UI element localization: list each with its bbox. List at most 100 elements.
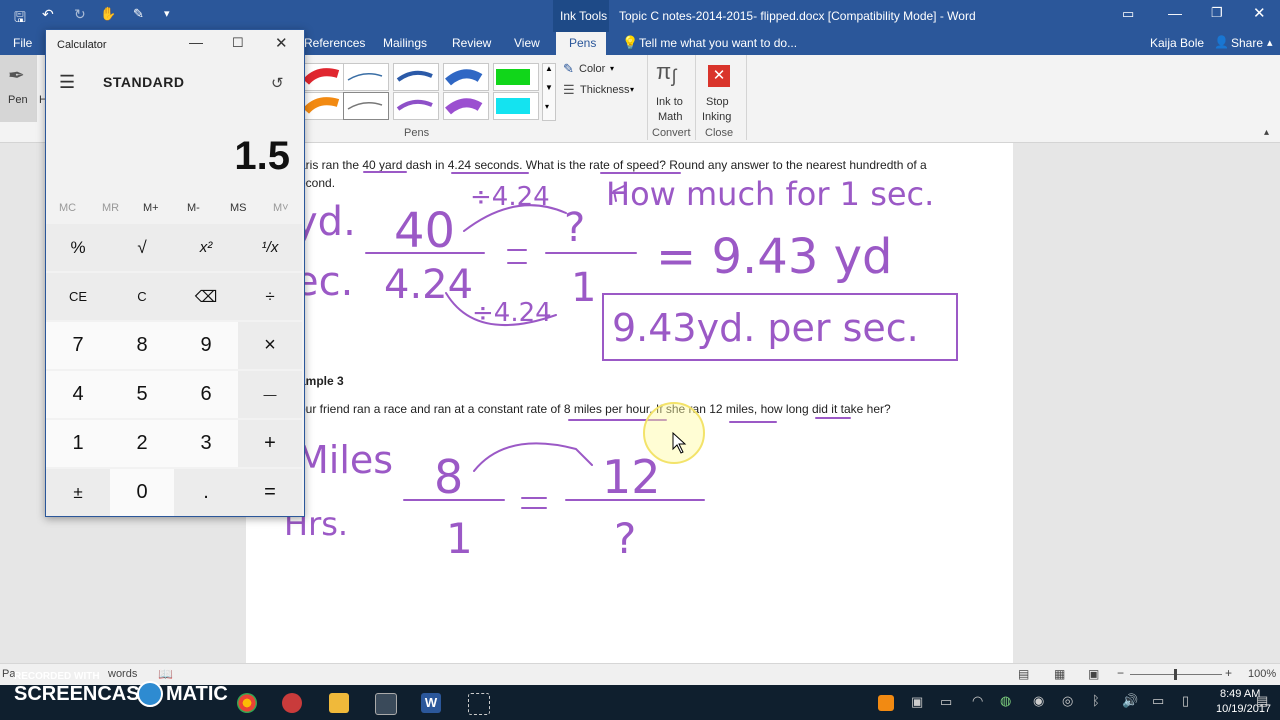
chrome-icon[interactable] [237, 693, 257, 713]
mem-store-button[interactable]: MS [230, 202, 247, 214]
calc-minimize-icon[interactable]: — [189, 34, 203, 50]
tray-app-icon[interactable] [878, 695, 894, 711]
sync-icon[interactable]: ◍ [1000, 693, 1011, 709]
key-4[interactable]: 4 [46, 371, 110, 418]
chevron-down-icon[interactable]: ▼ [545, 83, 553, 92]
pens-gallery-scroll[interactable]: ▲ ▼ ▾ [542, 63, 556, 121]
stop-inking-button[interactable]: ✕ Stop Inking [700, 57, 742, 123]
key-5[interactable]: 5 [110, 371, 174, 418]
file-explorer-icon[interactable] [329, 693, 349, 713]
mem-subtract-button[interactable]: M- [187, 202, 200, 214]
ink-to-math-button[interactable]: π ʃ Ink to Math [652, 57, 692, 123]
tab-view[interactable]: View [514, 36, 540, 50]
pen-tool-button[interactable]: ✒ Pen [0, 55, 37, 122]
ribbon-display-icon[interactable]: ▭ [1122, 6, 1134, 22]
reciprocal-button[interactable]: ¹/x [238, 224, 302, 271]
pen-purple[interactable] [393, 92, 439, 120]
tray-icon-2[interactable]: ◉ [1033, 693, 1044, 709]
backspace-button[interactable]: ⌫ [174, 273, 238, 320]
negate-button[interactable]: ± [46, 469, 110, 516]
share-icon[interactable]: 👤 [1214, 35, 1229, 49]
touch-mode-icon[interactable]: ✋ [100, 6, 116, 22]
customize-icon[interactable]: ▾ [164, 7, 170, 20]
tab-references[interactable]: References [304, 36, 365, 50]
minus-button[interactable]: — [238, 371, 302, 418]
square-button[interactable]: x² [174, 224, 238, 271]
equals-button[interactable]: = [238, 469, 302, 516]
calculator-taskbar-icon[interactable] [375, 693, 397, 715]
ribbon-collapse-icon[interactable]: ▴ [1267, 36, 1273, 49]
clear-entry-button[interactable]: CE [46, 273, 110, 320]
web-layout-icon[interactable]: ▣ [1088, 667, 1099, 681]
redo-icon[interactable]: ↻ [74, 6, 86, 23]
tab-file[interactable]: File [13, 36, 32, 50]
multiply-button[interactable]: × [238, 322, 302, 369]
maximize-icon[interactable]: ❐ [1211, 5, 1223, 21]
percent-button[interactable]: % [46, 224, 110, 271]
undo-icon[interactable]: ↶ [42, 6, 54, 23]
minimize-icon[interactable]: — [1168, 5, 1182, 21]
zoom-out-icon[interactable]: − [1117, 666, 1124, 680]
app-icon[interactable] [282, 693, 302, 713]
mem-clear-button[interactable]: MC [59, 202, 76, 214]
print-layout-icon[interactable]: ▦ [1054, 667, 1065, 681]
pen-thin-blue[interactable] [343, 63, 389, 91]
key-9[interactable]: 9 [174, 322, 238, 369]
bluetooth-icon[interactable]: ᛒ [1092, 693, 1100, 708]
zoom-slider-thumb[interactable] [1174, 669, 1177, 680]
sqrt-button[interactable]: √ [110, 224, 174, 271]
word-taskbar-icon[interactable]: W [421, 693, 441, 713]
divide-button[interactable]: ÷ [238, 273, 302, 320]
volume-icon[interactable]: 🔊 [1122, 693, 1138, 709]
calc-maximize-icon[interactable]: ☐ [232, 35, 244, 51]
share-button[interactable]: Share [1231, 36, 1263, 50]
close-icon[interactable]: ✕ [1253, 4, 1266, 22]
user-name[interactable]: Kaija Bole [1150, 36, 1204, 50]
hamburger-menu-icon[interactable]: ☰ [59, 72, 75, 93]
save-icon[interactable]: 🖫 [14, 7, 26, 31]
tab-pens[interactable]: Pens [556, 32, 606, 55]
mem-list-button[interactable]: M˅ [273, 202, 289, 214]
clock-time[interactable]: 8:49 AM [1220, 688, 1260, 700]
mem-add-button[interactable]: M+ [143, 202, 159, 214]
wifi-icon[interactable]: ◠ [972, 693, 983, 709]
tell-me-input[interactable]: Tell me what you want to do... [639, 36, 797, 50]
tray-icon-3[interactable]: ◎ [1062, 693, 1073, 709]
key-1[interactable]: 1 [46, 420, 110, 467]
color-dropdown[interactable]: Color [579, 63, 605, 75]
read-mode-icon[interactable]: ▤ [1018, 667, 1029, 681]
pen-thick-blue[interactable] [443, 63, 489, 91]
ink-icon[interactable]: ✎ [133, 6, 144, 22]
pen-cyan[interactable] [493, 92, 539, 120]
more-icon[interactable]: ▾ [545, 102, 549, 111]
pen-thin-gray-selected[interactable] [343, 92, 389, 120]
battery-icon[interactable]: ▭ [940, 694, 952, 710]
thickness-dropdown[interactable]: Thickness [580, 84, 630, 96]
snipping-tool-icon[interactable] [468, 693, 490, 715]
zoom-level[interactable]: 100% [1248, 668, 1276, 680]
key-7[interactable]: 7 [46, 322, 110, 369]
collapse-ribbon-icon[interactable]: ▴ [1264, 127, 1269, 138]
key-2[interactable]: 2 [110, 420, 174, 467]
calc-close-icon[interactable]: ✕ [275, 34, 288, 52]
key-8[interactable]: 8 [110, 322, 174, 369]
action-center-icon[interactable]: ▤ [1256, 693, 1268, 709]
language-icon[interactable]: ▯ [1182, 693, 1189, 709]
chevron-up-icon[interactable]: ▲ [545, 64, 553, 73]
key-0[interactable]: 0 [110, 469, 174, 516]
pen-blue[interactable] [393, 63, 439, 91]
key-3[interactable]: 3 [174, 420, 238, 467]
clear-button[interactable]: C [110, 273, 174, 320]
decimal-button[interactable]: . [174, 469, 238, 516]
keyboard-icon[interactable]: ▭ [1152, 693, 1164, 709]
tab-review[interactable]: Review [452, 36, 491, 50]
tab-mailings[interactable]: Mailings [383, 36, 427, 50]
tray-icon[interactable]: ▣ [911, 694, 923, 710]
mem-recall-button[interactable]: MR [102, 202, 119, 214]
key-6[interactable]: 6 [174, 371, 238, 418]
history-icon[interactable]: ↺ [271, 74, 284, 92]
pen-green[interactable] [493, 63, 539, 91]
pen-thick-purple[interactable] [443, 92, 489, 120]
plus-button[interactable]: + [238, 420, 302, 467]
zoom-in-icon[interactable]: + [1225, 666, 1232, 680]
